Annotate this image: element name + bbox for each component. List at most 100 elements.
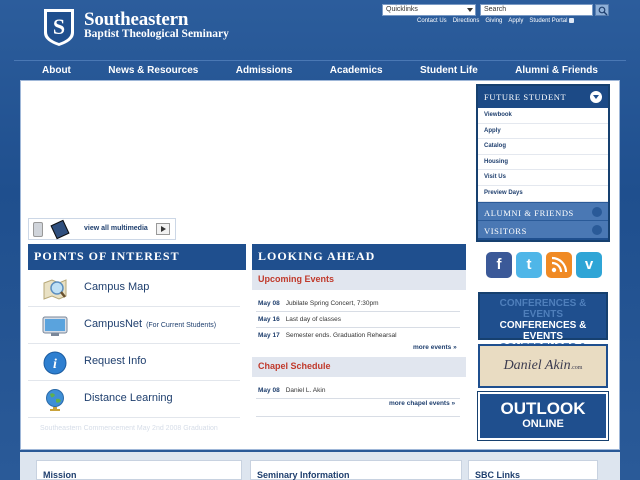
sbc-links-card[interactable]: SBC Links <box>468 460 598 480</box>
brand-subtitle[interactable]: Baptist Theological Seminary <box>84 28 229 40</box>
conferences-text: CONFERENCES & EVENTS <box>499 320 587 342</box>
event-text: Jubilate Spring Concert, 7:30pm <box>285 300 379 307</box>
twitter-icon[interactable]: t <box>516 252 542 278</box>
poi-label: Campus Map <box>84 281 150 293</box>
quicklinks-label: Quicklinks <box>386 6 418 13</box>
seminary-info-card[interactable]: Seminary Information <box>250 460 462 480</box>
daniel-akin-banner[interactable]: Daniel Akin.com <box>478 344 608 388</box>
event-text: Last day of classes <box>285 316 341 323</box>
play-icon[interactable] <box>156 223 170 235</box>
multimedia-bar: view all multimedia <box>28 218 176 240</box>
outlook-online-banner[interactable]: OUTLOOK ONLINE <box>477 391 609 441</box>
mission-card[interactable]: Mission <box>36 460 242 480</box>
points-of-interest-heading: POINTS OF INTEREST <box>28 244 246 270</box>
top-link-giving[interactable]: Giving <box>485 18 502 24</box>
view-all-multimedia-link[interactable]: view all multimedia <box>84 225 148 232</box>
more-events-link[interactable]: more events » <box>413 344 457 351</box>
chapel-schedule-heading[interactable]: Chapel Schedule <box>252 357 466 377</box>
chapel-item[interactable]: May 08 Daniel L. Akin <box>258 387 325 394</box>
more-chapel-events-link[interactable]: more chapel events » <box>389 400 455 407</box>
sidebar-item-apply[interactable]: Apply <box>478 123 608 140</box>
sidebar-item-visit-us[interactable]: Visit Us <box>478 170 608 186</box>
divider <box>256 398 460 399</box>
akin-signature: Daniel Akin.com <box>504 358 583 373</box>
chevron-left-icon <box>592 206 602 217</box>
event-date: May 08 <box>258 300 280 307</box>
conferences-text: CONFERENCES & EVENTS <box>499 298 587 320</box>
akin-name: Daniel Akin <box>503 358 571 373</box>
poi-campus-map[interactable]: Campus Map <box>28 271 240 307</box>
divider <box>256 327 460 328</box>
nav-student-life[interactable]: Student Life <box>420 65 478 76</box>
sidebar-item-viewbook[interactable]: Viewbook <box>478 108 608 124</box>
chevron-down-icon <box>590 91 602 103</box>
visitors-label: VISITORS <box>484 225 527 236</box>
top-link-directions[interactable]: Directions <box>453 18 480 24</box>
akin-domain: .com <box>570 365 583 371</box>
info-icon: i <box>43 351 67 375</box>
chapel-date: May 08 <box>258 387 280 394</box>
svg-text:S: S <box>53 14 65 39</box>
vimeo-icon[interactable]: v <box>576 252 602 278</box>
alumni-friends-heading[interactable]: ALUMNI & FRIENDS <box>478 201 608 220</box>
main-nav: About News & Resources Admissions Academ… <box>14 60 626 80</box>
top-link-student-portal[interactable]: Student Portal <box>529 18 575 25</box>
outlook-line-2: ONLINE <box>522 418 564 430</box>
search-button[interactable] <box>595 4 609 16</box>
event-text: Semester ends. Graduation Rehearsal <box>285 332 397 339</box>
student-portal-label: Student Portal <box>529 18 568 25</box>
sidebar-item-preview-days[interactable]: Preview Days <box>478 185 608 202</box>
facebook-icon[interactable]: f <box>486 252 512 278</box>
top-link-apply[interactable]: Apply <box>508 18 523 24</box>
monitor-icon <box>42 316 68 336</box>
globe-icon <box>46 389 64 411</box>
future-student-label: FUTURE STUDENT <box>484 92 567 102</box>
event-date: May 16 <box>258 316 280 323</box>
looking-ahead-heading: LOOKING AHEAD <box>252 244 466 270</box>
quicklinks-select[interactable]: Quicklinks <box>382 4 476 16</box>
sidebar-item-catalog[interactable]: Catalog <box>478 139 608 155</box>
map-magnifier-icon <box>43 279 67 300</box>
nav-news-resources[interactable]: News & Resources <box>108 65 198 76</box>
conferences-events-banner[interactable]: CONFERENCES & EVENTS CONFERENCES & EVENT… <box>478 292 608 364</box>
ghost-caption: Southeastern Commencement May 2nd 2008 G… <box>40 425 218 432</box>
lock-icon <box>569 18 575 23</box>
event-item[interactable]: May 08 Jubilate Spring Concert, 7:30pm <box>258 300 379 307</box>
nav-alumni-friends[interactable]: Alumni & Friends <box>515 65 598 76</box>
rss-glyph <box>551 256 568 273</box>
event-date: May 17 <box>258 332 280 339</box>
poi-label: Distance Learning <box>84 392 173 404</box>
outlook-line-1: OUTLOOK <box>500 399 586 418</box>
chevron-down-icon <box>467 8 473 12</box>
poi-label-text: CampusNet <box>84 318 143 330</box>
divider <box>256 416 460 417</box>
chapel-text: Daniel L. Akin <box>285 387 326 394</box>
poi-request-info[interactable]: i Request Info <box>28 345 240 381</box>
tablet-icon[interactable] <box>50 219 70 240</box>
sidebar-item-housing[interactable]: Housing <box>478 154 608 171</box>
rss-icon[interactable] <box>546 252 572 278</box>
nav-admissions[interactable]: Admissions <box>236 65 293 76</box>
poi-label: CampusNet (For Current Students) <box>84 318 216 330</box>
poi-label: Request Info <box>84 355 147 367</box>
upcoming-events-heading[interactable]: Upcoming Events <box>252 270 466 290</box>
event-item[interactable]: May 16 Last day of classes <box>258 316 341 323</box>
search-icon <box>598 6 608 16</box>
search-input[interactable]: Search <box>480 4 593 16</box>
nav-about[interactable]: About <box>42 65 71 76</box>
poi-campusnet[interactable]: CampusNet (For Current Students) <box>28 308 240 344</box>
poi-sublabel: (For Current Students) <box>146 322 217 329</box>
visitors-heading[interactable]: VISITORS <box>478 219 608 238</box>
future-student-heading[interactable]: FUTURE STUDENT <box>478 86 608 108</box>
divider <box>256 311 460 312</box>
seminary-logo-icon[interactable]: S <box>42 7 76 47</box>
audience-sidebar: FUTURE STUDENT Viewbook Apply Catalog Ho… <box>476 84 610 242</box>
top-link-contact[interactable]: Contact Us <box>417 18 447 24</box>
top-links: Contact Us Directions Giving Apply Stude… <box>417 18 575 25</box>
ipod-icon[interactable] <box>33 222 43 237</box>
alumni-friends-label: ALUMNI & FRIENDS <box>484 207 574 218</box>
chevron-left-icon <box>592 224 602 235</box>
nav-academics[interactable]: Academics <box>330 65 383 76</box>
event-item[interactable]: May 17 Semester ends. Graduation Rehearsa… <box>258 332 397 339</box>
poi-distance-learning[interactable]: Distance Learning <box>28 382 240 418</box>
